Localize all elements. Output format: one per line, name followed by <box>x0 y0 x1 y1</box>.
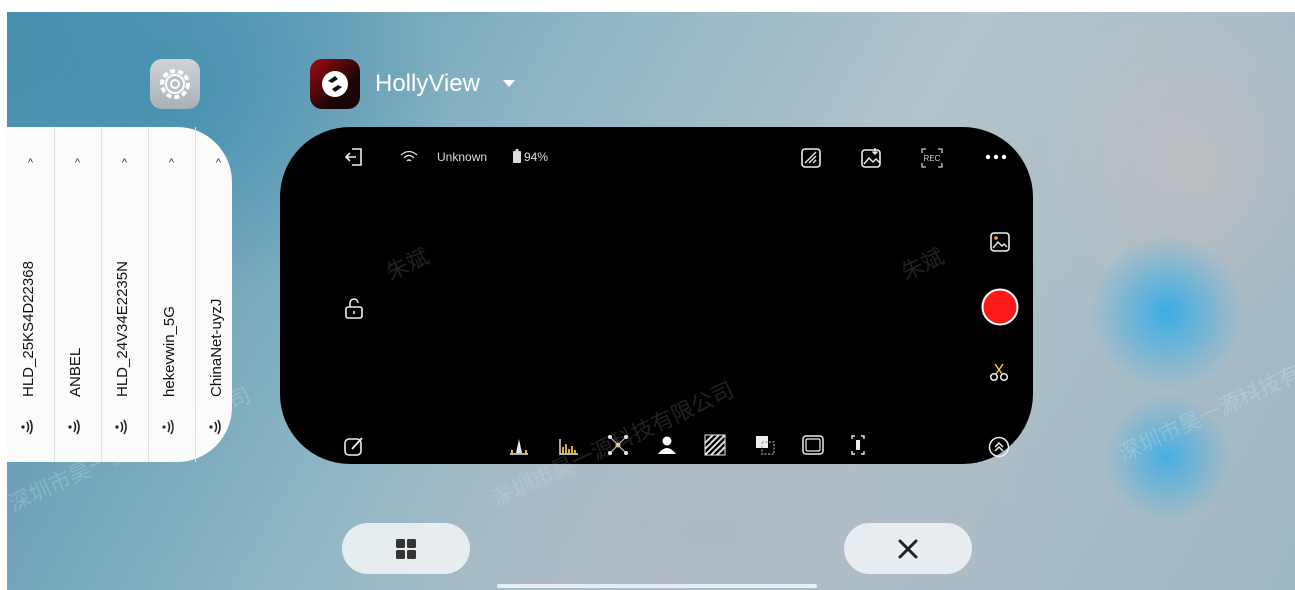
chevron-up-icon: ^ <box>74 157 81 169</box>
grid-icon <box>396 538 416 559</box>
wifi-ssid: HLD_25KS4D22368 <box>20 261 37 397</box>
app-title[interactable]: HollyView <box>375 70 480 98</box>
vectorscope-icon[interactable] <box>606 433 630 457</box>
chevron-up-icon: ^ <box>215 157 222 169</box>
save-image-icon[interactable] <box>860 147 882 169</box>
wifi-ssid: ANBEL <box>67 347 84 397</box>
caret-down-icon[interactable] <box>503 80 515 87</box>
watermark: 深圳市昊一源科技有限公司 <box>1114 332 1295 467</box>
false-color-icon[interactable] <box>754 434 776 456</box>
rec-icon[interactable]: REC <box>920 147 944 169</box>
close-all-button[interactable] <box>844 523 972 574</box>
hollyview-logo-icon <box>322 71 348 97</box>
watermark: 朱斌 <box>897 243 948 285</box>
gear-icon <box>160 69 190 99</box>
chevron-up-icon: ^ <box>121 157 128 169</box>
watermark: 朱斌 <box>382 243 433 285</box>
chevron-up-icon: ^ <box>27 157 34 169</box>
recent-apps-screen: ^ HLD_25KS4D22368 ^ ANBEL ^ HLD_24V34E22… <box>7 12 1295 590</box>
wifi-signal-icon <box>21 419 33 435</box>
wifi-ssid: HLD_24V34E2235N <box>114 261 131 397</box>
image-edit-icon[interactable] <box>800 147 822 169</box>
edit-icon[interactable] <box>343 435 365 457</box>
home-indicator[interactable] <box>497 584 817 588</box>
wifi-ssid: hekevwin_5G <box>161 306 178 397</box>
expand-up-icon[interactable] <box>988 436 1010 458</box>
network-status: Unknown <box>437 150 488 164</box>
wifi-network-item[interactable]: ^ HLD_24V34E2235N <box>101 127 149 462</box>
zebra-icon[interactable] <box>704 434 726 456</box>
wifi-network-item[interactable]: ^ HLD_25KS4D22368 <box>7 127 55 462</box>
battery-level: 94% <box>524 150 549 164</box>
hollyview-app-icon[interactable] <box>310 59 360 109</box>
svg-text:REC: REC <box>924 154 941 163</box>
wifi-icon <box>400 150 418 162</box>
record-button[interactable] <box>981 288 1019 326</box>
anamorphic-icon[interactable] <box>850 434 866 456</box>
wifi-network-item[interactable]: ^ ANBEL <box>54 127 102 462</box>
peaking-icon[interactable] <box>508 435 530 457</box>
settings-app-icon[interactable] <box>150 59 200 109</box>
unlock-icon[interactable] <box>344 297 364 319</box>
battery-icon <box>513 149 521 163</box>
histogram-icon[interactable] <box>558 435 580 457</box>
scissors-icon[interactable] <box>988 361 1010 383</box>
wifi-signal-icon <box>68 419 80 435</box>
split-screen-button[interactable] <box>342 523 470 574</box>
portrait-mode-icon[interactable] <box>656 434 678 456</box>
close-icon <box>898 539 918 558</box>
hollyview-app-card[interactable]: 朱斌 朱斌 深圳市昊一源科技有限公司 Unknown 94% REC <box>280 127 1033 511</box>
more-options-icon[interactable] <box>984 153 1008 161</box>
frame-guide-icon[interactable] <box>802 435 824 455</box>
chevron-up-icon: ^ <box>168 157 175 169</box>
gallery-icon[interactable] <box>990 232 1010 252</box>
exit-icon[interactable] <box>343 146 365 168</box>
wifi-ssid: ChinaNet-uyzJ <box>208 298 225 397</box>
